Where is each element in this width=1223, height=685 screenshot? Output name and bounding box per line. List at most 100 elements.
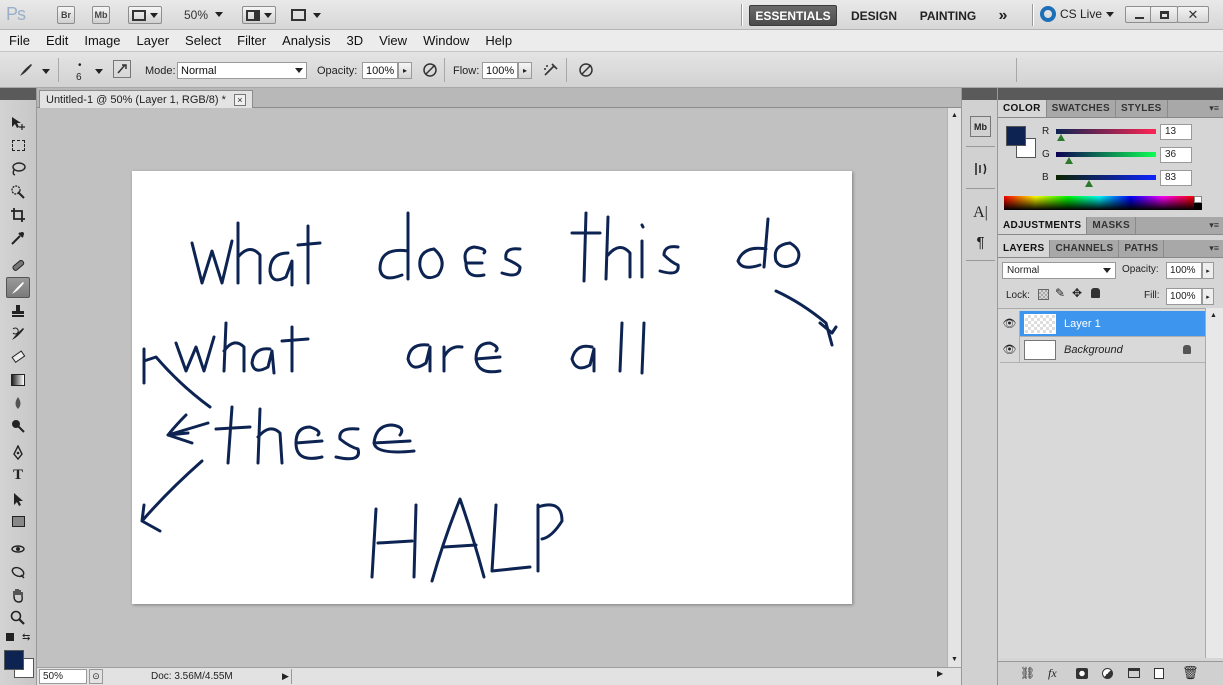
- vertical-scrollbar[interactable]: ▲ ▼: [947, 108, 961, 667]
- fill-input[interactable]: 100%: [1166, 288, 1202, 305]
- tab-adjustments[interactable]: ADJUSTMENTS: [998, 217, 1088, 234]
- tab-swatches[interactable]: SWATCHES: [1047, 100, 1116, 117]
- add-mask-icon[interactable]: [1076, 668, 1088, 679]
- color-panel-foreground-swatch[interactable]: [1006, 126, 1026, 146]
- blue-value-field[interactable]: 83: [1160, 170, 1192, 186]
- eraser-tool-icon[interactable]: [6, 346, 30, 367]
- eye-visibility-icon[interactable]: 👁: [1000, 336, 1020, 363]
- workspace-painting-button[interactable]: PAINTING: [914, 5, 982, 26]
- path-selection-tool-icon[interactable]: [6, 488, 30, 509]
- tools-panel-header[interactable]: [0, 88, 36, 100]
- screen-mode-button[interactable]: [288, 6, 324, 24]
- character-panel-icon[interactable]: A|: [970, 202, 991, 223]
- pen-tool-icon[interactable]: [6, 442, 30, 463]
- new-layer-icon[interactable]: [1154, 668, 1164, 679]
- link-layers-icon[interactable]: ⛓: [1020, 666, 1035, 680]
- menu-file[interactable]: File: [0, 33, 38, 48]
- scroll-down-icon[interactable]: ▼: [951, 656, 958, 663]
- opacity-slider-button[interactable]: ▸: [398, 62, 412, 79]
- new-group-icon[interactable]: [1128, 668, 1140, 678]
- panel-menu-icon[interactable]: ▾≡: [1209, 243, 1219, 254]
- mode-select[interactable]: Normal: [177, 62, 307, 79]
- 3d-orbit-tool-icon[interactable]: [6, 561, 30, 582]
- tablet-size-icon[interactable]: [576, 60, 596, 80]
- lock-position-icon[interactable]: ✥: [1072, 286, 1082, 300]
- tab-masks[interactable]: MASKS: [1087, 217, 1136, 234]
- zoom-level[interactable]: 50%: [184, 8, 208, 22]
- layer-opacity-input[interactable]: 100%: [1166, 262, 1202, 279]
- blend-mode-select[interactable]: Normal: [1002, 262, 1116, 279]
- lock-all-icon[interactable]: [1091, 288, 1100, 298]
- fill-slider-button[interactable]: ▸: [1202, 288, 1214, 305]
- lasso-tool-icon[interactable]: [6, 158, 30, 179]
- scroll-up-icon[interactable]: ▲: [951, 112, 958, 119]
- layer-row-layer-1[interactable]: 👁 Layer 1: [1000, 310, 1205, 337]
- tab-paths[interactable]: PATHS: [1119, 240, 1165, 257]
- layers-scrollbar[interactable]: ▲: [1205, 308, 1223, 658]
- blue-slider-thumb[interactable]: [1085, 180, 1093, 187]
- white-swatch[interactable]: [1194, 196, 1202, 203]
- menu-edit[interactable]: Edit: [38, 33, 76, 48]
- maximize-button[interactable]: [1150, 6, 1178, 23]
- status-menu-arrow-icon[interactable]: ▶: [280, 669, 292, 684]
- layer-opacity-slider-button[interactable]: ▸: [1202, 262, 1214, 279]
- more-workspaces-icon[interactable]: »: [990, 5, 1016, 26]
- zoom-tool-icon[interactable]: [6, 607, 30, 628]
- marquee-tool-icon[interactable]: [6, 135, 30, 156]
- lock-pixels-icon[interactable]: ✎: [1055, 286, 1065, 300]
- 3d-rotate-tool-icon[interactable]: [6, 538, 30, 559]
- eye-visibility-icon[interactable]: 👁: [1000, 310, 1020, 337]
- workspace-essentials-button[interactable]: ESSENTIALS: [749, 5, 837, 26]
- brush-panel-toggle-icon[interactable]: [113, 60, 131, 78]
- menu-3d[interactable]: 3D: [338, 33, 371, 48]
- close-window-button[interactable]: ✕: [1177, 6, 1209, 23]
- swap-colors-icon[interactable]: ⇆: [22, 632, 30, 643]
- layer-name[interactable]: Layer 1: [1064, 318, 1101, 330]
- tablet-opacity-icon[interactable]: [420, 60, 440, 80]
- red-slider-thumb[interactable]: [1057, 134, 1065, 141]
- lock-transparency-icon[interactable]: [1038, 289, 1049, 300]
- green-slider-thumb[interactable]: [1065, 157, 1073, 164]
- default-colors-icon[interactable]: [6, 633, 14, 641]
- rectangle-tool-icon[interactable]: [6, 511, 30, 532]
- red-slider-track[interactable]: [1056, 129, 1156, 134]
- brush-tool-preset-icon[interactable]: [16, 60, 36, 80]
- tab-color[interactable]: COLOR: [998, 100, 1047, 117]
- new-adjustment-layer-icon[interactable]: [1102, 668, 1113, 679]
- clone-stamp-tool-icon[interactable]: [6, 300, 30, 321]
- layer-name[interactable]: Background: [1064, 344, 1123, 356]
- minimize-button[interactable]: [1125, 6, 1153, 23]
- launch-bridge-button[interactable]: Br: [57, 6, 75, 24]
- menu-select[interactable]: Select: [177, 33, 229, 48]
- tab-channels[interactable]: CHANNELS: [1050, 240, 1120, 257]
- arrange-documents-button[interactable]: [242, 6, 276, 24]
- move-tool-icon[interactable]: [6, 112, 30, 133]
- foreground-color-swatch[interactable]: [4, 650, 24, 670]
- dodge-tool-icon[interactable]: [6, 415, 30, 436]
- spot-healing-brush-tool-icon[interactable]: [6, 254, 30, 275]
- airbrush-icon[interactable]: [541, 60, 561, 80]
- green-value-field[interactable]: 36: [1160, 147, 1192, 163]
- quick-selection-tool-icon[interactable]: [6, 181, 30, 202]
- brush-tool-icon[interactable]: [6, 277, 30, 298]
- history-brush-tool-icon[interactable]: [6, 323, 30, 344]
- delete-layer-icon[interactable]: 🗑: [1182, 665, 1199, 681]
- menu-help[interactable]: Help: [477, 33, 520, 48]
- opacity-input[interactable]: 100%: [362, 62, 398, 79]
- scroll-right-icon[interactable]: ▶: [937, 669, 947, 684]
- blue-slider-track[interactable]: [1056, 175, 1156, 180]
- tab-styles[interactable]: STYLES: [1116, 100, 1168, 117]
- paragraph-panel-icon[interactable]: ¶: [970, 232, 991, 253]
- status-zoom-field[interactable]: 50%: [39, 669, 87, 684]
- brush-size-value[interactable]: 6: [76, 72, 82, 83]
- panels-header[interactable]: [998, 88, 1223, 100]
- flow-slider-button[interactable]: ▸: [518, 62, 532, 79]
- status-info-icon[interactable]: ⊙: [89, 669, 103, 684]
- hand-tool-icon[interactable]: [6, 584, 30, 605]
- chevron-down-icon[interactable]: [95, 69, 103, 74]
- eyedropper-tool-icon[interactable]: [6, 227, 30, 248]
- minibridge-panel-icon[interactable]: Mb: [970, 116, 991, 137]
- close-tab-icon[interactable]: ×: [233, 93, 246, 106]
- type-tool-icon[interactable]: T: [6, 465, 30, 486]
- crop-tool-icon[interactable]: [6, 204, 30, 225]
